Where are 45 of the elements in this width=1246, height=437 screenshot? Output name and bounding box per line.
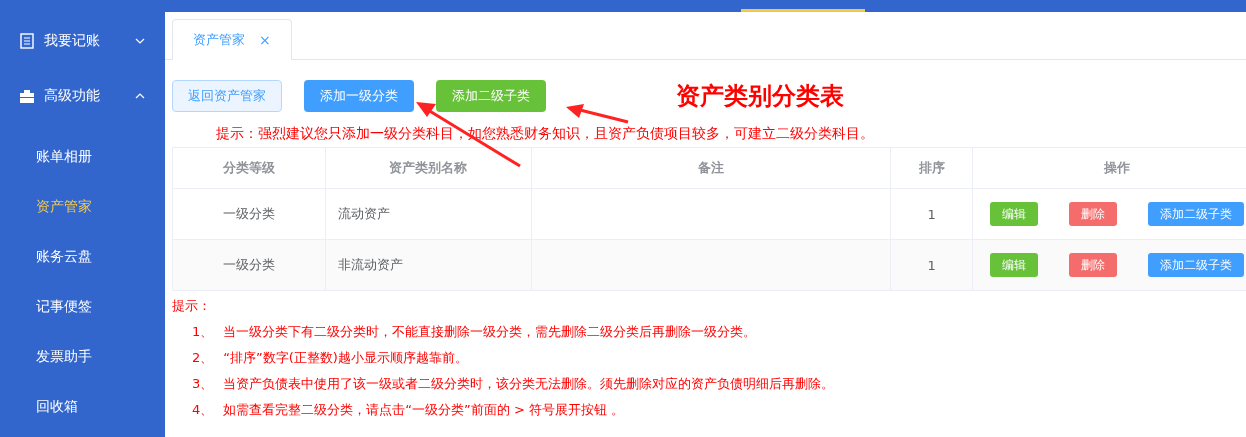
sidebar-item[interactable]: 记事便签 (0, 281, 165, 331)
page-title: 资产类别分类表 (676, 81, 844, 112)
toolbar-button[interactable]: 添加一级分类 (304, 80, 414, 112)
sidebar-item[interactable]: 回收箱 (0, 381, 165, 431)
table-cell: 1 (890, 239, 973, 291)
table-cell: 一级分类 (172, 188, 326, 240)
column-header: 操作 (972, 147, 1246, 189)
row-action-button[interactable]: 编辑 (989, 253, 1038, 277)
column-header: 排序 (890, 147, 973, 189)
table-cell: 1 (890, 188, 973, 240)
note-text: 当一级分类下有二级分类时，不能直接删除一级分类，需先删除二级分类后再删除一级分类。 (223, 323, 757, 341)
table-cell: 非流动资产 (325, 239, 532, 291)
notes-title: 提示： (172, 297, 212, 315)
note-number: 1、 (192, 323, 214, 341)
sidebar-item[interactable]: 发票助手 (0, 331, 165, 381)
row-action-button[interactable]: 添加二级子类 (1148, 202, 1245, 226)
column-header: 备注 (531, 147, 891, 189)
toolbar-button[interactable]: 添加二级子类 (436, 80, 546, 112)
row-action-button[interactable]: 删除 (1069, 253, 1118, 277)
tab[interactable]: 资产管家 × (172, 19, 292, 60)
note-number: 2、 (192, 349, 214, 367)
chevron-up-icon[interactable] (135, 93, 145, 99)
note-number: 4、 (192, 401, 214, 419)
close-button[interactable]: × (259, 32, 271, 48)
sidebar-item[interactable]: 资产管家 (0, 181, 165, 231)
note-text: 当资产负债表中使用了该一级或者二级分类时，该分类无法删除。须先删除对应的资产负债明细后再删除。 (223, 375, 835, 393)
chevron-down-icon[interactable] (135, 38, 145, 44)
document-icon (20, 33, 34, 49)
column-header: 分类等级 (172, 147, 326, 189)
column-header: 资产类别名称 (325, 147, 532, 189)
sidebar-group[interactable]: 我要记账 (44, 32, 125, 50)
sidebar-item[interactable]: 账务云盘 (0, 231, 165, 281)
note-number: 3、 (192, 375, 214, 393)
note-text: “排序”数字(正整数)越小显示顺序越靠前。 (223, 349, 468, 367)
briefcase-icon (20, 89, 34, 103)
annotation-arrow (566, 104, 629, 124)
toolbar-button[interactable]: 返回资产管家 (172, 80, 282, 112)
sidebar-item[interactable]: 账单相册 (0, 131, 165, 181)
note-text: 如需查看完整二级分类，请点击“一级分类”前面的 > 符号展开按钮 。 (223, 401, 625, 419)
row-action-button[interactable]: 删除 (1069, 202, 1118, 226)
table-cell: 流动资产 (325, 188, 532, 240)
row-action-button[interactable]: 添加二级子类 (1148, 253, 1245, 277)
row-action-button[interactable]: 编辑 (989, 202, 1038, 226)
table-cell: 一级分类 (172, 239, 326, 291)
sidebar-group[interactable]: 高级功能 (44, 87, 125, 105)
